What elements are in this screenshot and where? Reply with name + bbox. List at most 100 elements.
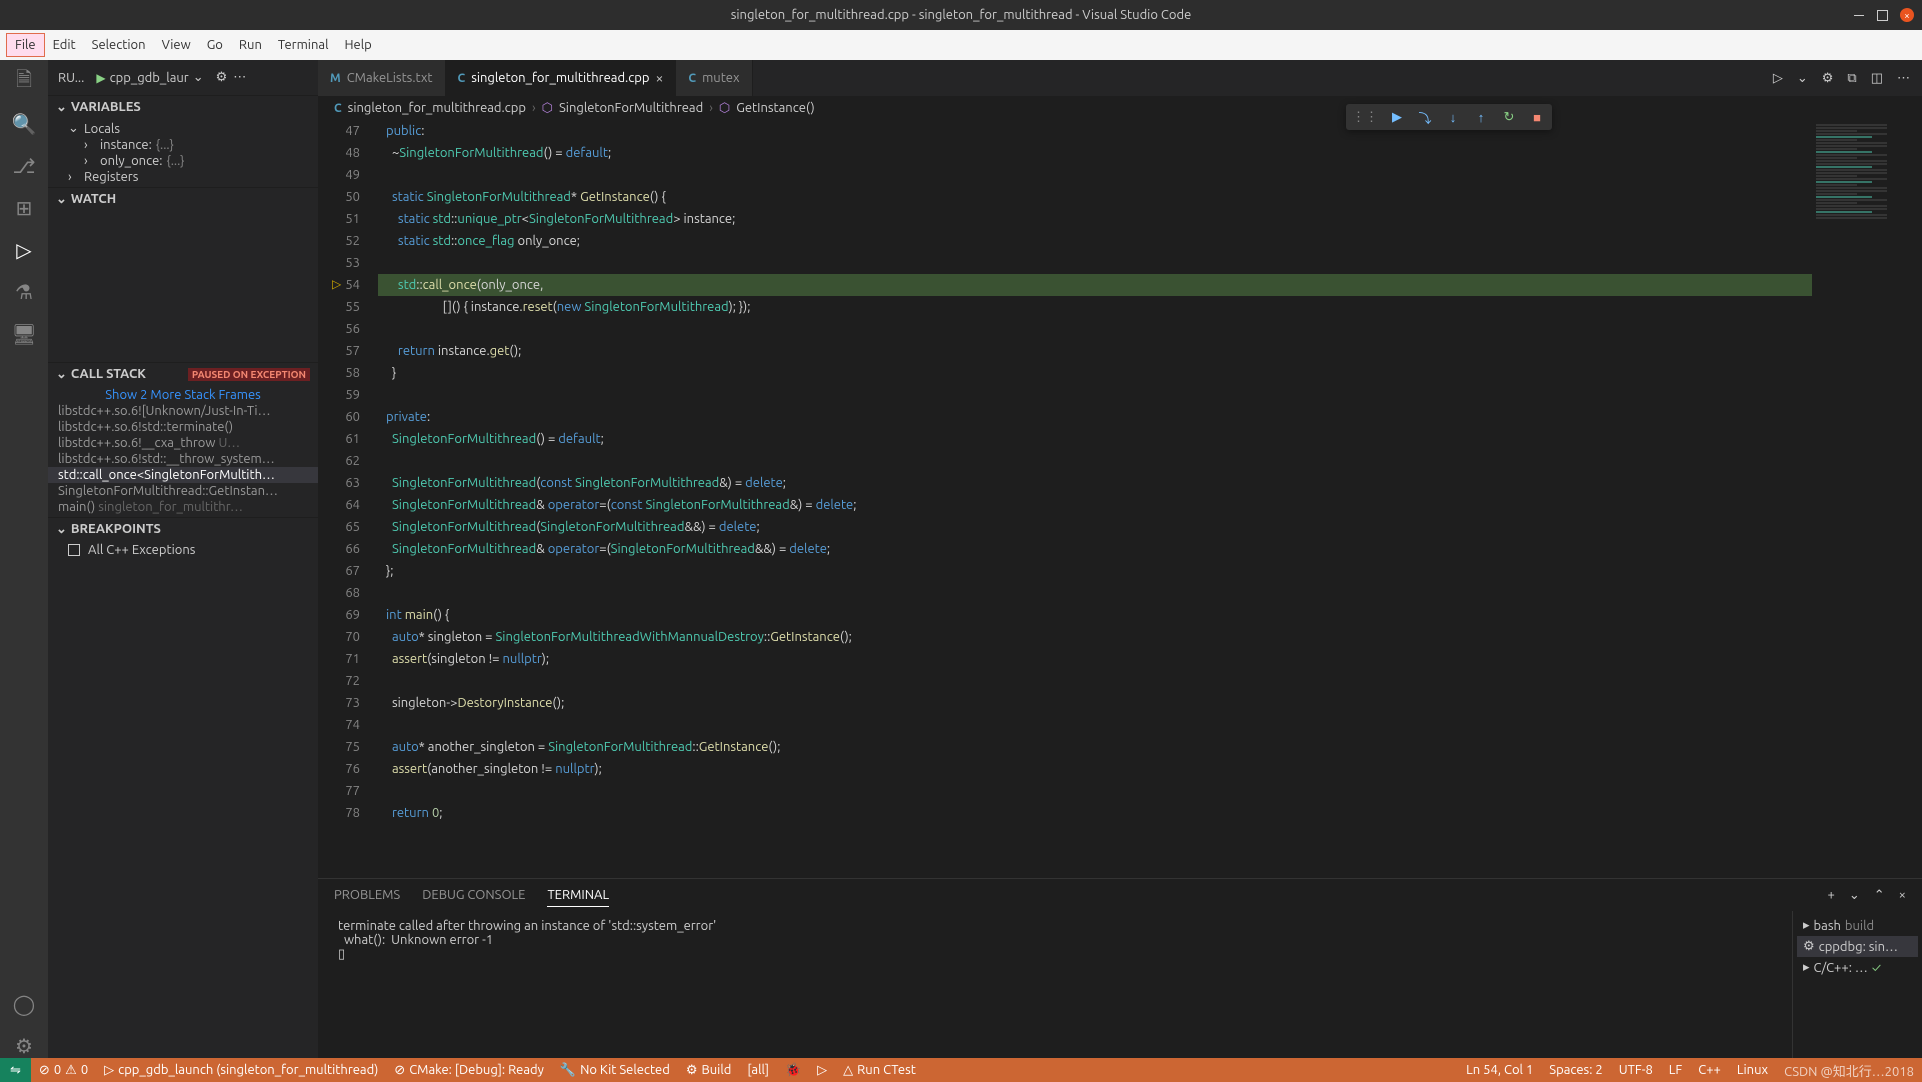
step-over-button[interactable]: ⤵	[1416, 108, 1434, 126]
breadcrumb[interactable]: C singleton_for_multithread.cpp › ⬡ Sing…	[318, 96, 1922, 120]
explorer-icon[interactable]: 🗎	[12, 70, 36, 94]
build-target[interactable]: [all]	[739, 1058, 777, 1082]
variables-header[interactable]: ⌄Variables	[48, 96, 318, 118]
diff-icon[interactable]: ⧉	[1847, 71, 1856, 86]
stack-frame[interactable]: libstdc++.so.6!std::__throw_system…	[48, 451, 318, 467]
tab-debug-console[interactable]: Debug Console	[422, 884, 525, 906]
encoding-status[interactable]: UTF-8	[1611, 1058, 1661, 1082]
settings-icon[interactable]: ⚙	[12, 1034, 36, 1058]
kit-status[interactable]: 🔧 No Kit Selected	[552, 1058, 678, 1082]
cursor-position[interactable]: Ln 54, Col 1	[1458, 1058, 1541, 1082]
tab-cmake[interactable]: MCMakeLists.txt	[318, 60, 446, 96]
var-only-once[interactable]: ›only_once: {...}	[48, 153, 318, 169]
titlebar: singleton_for_multithread.cpp - singleto…	[0, 0, 1922, 30]
eol-status[interactable]: LF	[1661, 1058, 1690, 1082]
cpp-icon: C	[458, 72, 466, 85]
show-more-frames[interactable]: Show 2 More Stack Frames	[48, 387, 318, 403]
os-status[interactable]: Linux	[1729, 1058, 1776, 1082]
debug-config-select[interactable]: ▶ cpp_gdb_laur ⌄	[90, 68, 209, 87]
scope-locals[interactable]: ⌄Locals	[48, 120, 318, 137]
more-icon[interactable]: ⋯	[233, 70, 246, 85]
remote-indicator[interactable]: ⇋	[0, 1058, 31, 1082]
breakpoints-header[interactable]: ⌄Breakpoints	[48, 518, 318, 540]
breakpoint-item[interactable]: All C++ Exceptions	[48, 542, 318, 558]
language-status[interactable]: C++	[1690, 1058, 1729, 1082]
step-out-button[interactable]: ↑	[1472, 108, 1490, 126]
debug-icon[interactable]: 🐞	[777, 1058, 809, 1082]
step-into-button[interactable]: ↓	[1444, 108, 1462, 126]
callstack-header[interactable]: ⌄Call StackPaused on Exception	[48, 363, 318, 385]
checkbox[interactable]	[68, 544, 80, 556]
minimap[interactable]	[1812, 120, 1922, 878]
menu-run[interactable]: Run	[231, 34, 270, 56]
chevron-down-icon: ⌄	[68, 121, 80, 136]
scope-registers[interactable]: ›Registers	[48, 169, 318, 185]
ctest-button[interactable]: △ Run CTest	[835, 1058, 924, 1082]
menu-file[interactable]: File	[6, 33, 45, 57]
scm-icon[interactable]: ⎇	[12, 154, 36, 178]
terminal-output[interactable]: terminate called after throwing an insta…	[318, 911, 1792, 1058]
search-icon[interactable]: 🔍	[12, 112, 36, 136]
testing-icon[interactable]: ⚗	[12, 280, 36, 304]
chevron-down-icon: ⌄	[56, 192, 67, 207]
paused-badge: Paused on Exception	[188, 368, 310, 381]
gear-icon[interactable]: ⚙	[216, 70, 228, 85]
menubar: File Edit Selection View Go Run Terminal…	[0, 30, 1922, 60]
build-button[interactable]: ⚙ Build	[678, 1058, 740, 1082]
class-icon: ⬡	[542, 101, 553, 116]
chevron-down-icon: ⌄	[56, 522, 67, 537]
menu-edit[interactable]: Edit	[45, 34, 84, 56]
extensions-icon[interactable]: ⊞	[12, 196, 36, 220]
remote-icon[interactable]: 🖥	[12, 322, 36, 346]
tab-mutex[interactable]: Cmutex	[676, 60, 752, 96]
debug-launch[interactable]: ▷ cpp_gdb_launch (singleton_for_multithr…	[96, 1058, 386, 1082]
watch-header[interactable]: ⌄Watch	[48, 188, 318, 210]
close-icon[interactable]: ×	[655, 70, 663, 86]
tab-main[interactable]: Csingleton_for_multithread.cpp×	[446, 60, 677, 96]
chevron-up-icon[interactable]: ⌃	[1874, 884, 1885, 907]
more-icon[interactable]: ⋯	[1897, 71, 1910, 86]
var-instance[interactable]: ›instance: {...}	[48, 137, 318, 153]
stop-button[interactable]: ■	[1528, 108, 1546, 126]
debug-icon[interactable]: ▷	[12, 238, 36, 262]
continue-button[interactable]: ▶	[1388, 108, 1406, 126]
close-button[interactable]: ×	[1900, 8, 1914, 22]
drag-handle-icon[interactable]: ⋮⋮	[1352, 110, 1378, 125]
tab-problems[interactable]: Problems	[334, 884, 400, 906]
chevron-down-icon: ⌄	[56, 100, 67, 115]
menu-help[interactable]: Help	[336, 34, 379, 56]
debug-toolbar[interactable]: ⋮⋮ ▶ ⤵ ↓ ↑ ↻ ■	[1346, 104, 1552, 130]
menu-view[interactable]: View	[154, 34, 199, 56]
menu-terminal[interactable]: Terminal	[270, 34, 337, 56]
cpp-icon: C	[334, 102, 342, 115]
new-terminal-icon[interactable]: +	[1828, 884, 1835, 906]
terminal-item[interactable]: ▸bash build	[1797, 915, 1918, 936]
stack-frame[interactable]: libstdc++.so.6!std::terminate()	[48, 419, 318, 435]
minimize-button[interactable]	[1852, 9, 1865, 22]
restart-button[interactable]: ↻	[1500, 108, 1518, 126]
maximize-button[interactable]	[1877, 10, 1888, 21]
run-file-icon[interactable]: ▷	[1773, 71, 1783, 86]
stack-frame[interactable]: libstdc++.so.6!__cxa_throw U…	[48, 435, 318, 451]
stack-frame[interactable]: libstdc++.so.6![Unknown/Just-In-Ti…	[48, 403, 318, 419]
tab-terminal[interactable]: Terminal	[547, 884, 609, 907]
stack-frame[interactable]: main() singleton_for_multithr…	[48, 499, 318, 515]
menu-selection[interactable]: Selection	[84, 34, 154, 56]
stack-frame[interactable]: SingletonForMultithread::GetInstan…	[48, 483, 318, 499]
terminal-item[interactable]: ▸C/C++: … ✓	[1797, 957, 1918, 978]
run-icon[interactable]: ▷	[809, 1058, 835, 1082]
code-editor[interactable]: 4748495051525354555657585960616263646566…	[318, 120, 1922, 878]
cmake-status[interactable]: ⊘ CMake: [Debug]: Ready	[386, 1058, 552, 1082]
chevron-down-icon[interactable]: ⌄	[1849, 884, 1860, 907]
terminal-item[interactable]: ⚙cppdbg: sin…	[1797, 936, 1918, 957]
indent-status[interactable]: Spaces: 2	[1541, 1058, 1610, 1082]
terminal-icon: ▸	[1803, 918, 1810, 933]
chevron-down-icon[interactable]: ⌄	[1797, 71, 1808, 86]
stack-frame-active[interactable]: std::call_once<SingletonForMultith…	[48, 467, 318, 483]
gear-icon[interactable]: ⚙	[1822, 71, 1834, 86]
errors-warnings[interactable]: ⊘ 0 ⚠ 0	[31, 1058, 96, 1082]
close-icon[interactable]: ×	[1899, 884, 1906, 906]
menu-go[interactable]: Go	[199, 34, 231, 56]
split-icon[interactable]: ◫	[1871, 71, 1883, 86]
accounts-icon[interactable]: ◯	[12, 992, 36, 1016]
